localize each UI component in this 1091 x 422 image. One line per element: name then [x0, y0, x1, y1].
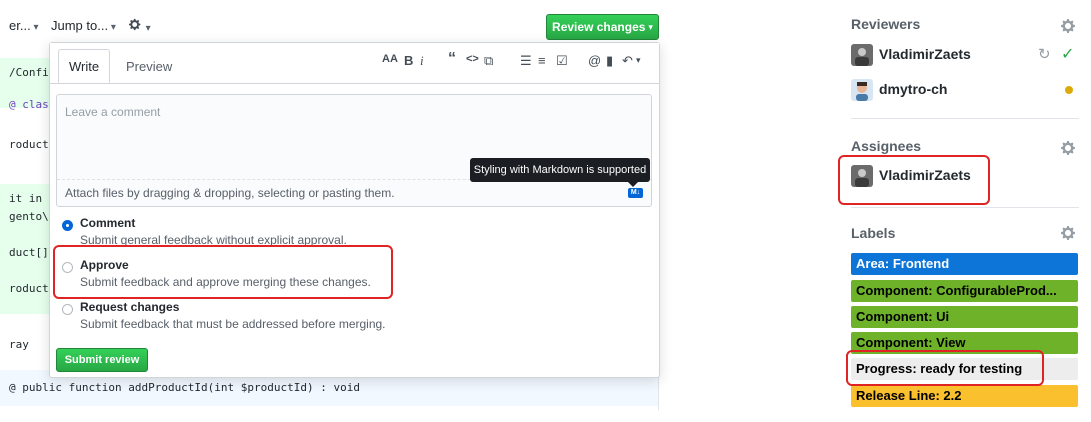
reviewer-name[interactable]: VladimirZaets — [879, 46, 971, 62]
code-icon[interactable]: <> — [466, 53, 479, 65]
bold-icon[interactable]: B — [404, 53, 413, 68]
divider — [851, 118, 1079, 119]
tab-preview[interactable]: Preview — [116, 49, 182, 83]
review-popover: Write Preview AA B i “ <> ⧉ ☰ ≡ ☑ @ ▮ ↶ … — [49, 42, 660, 378]
attach-files-bar[interactable]: Attach files by dragging & dropping, sel… — [57, 179, 651, 206]
bookmark-icon[interactable]: ▮ — [606, 53, 613, 69]
gear-icon[interactable] — [1061, 18, 1077, 34]
code-line: /Confi — [9, 66, 49, 79]
label-release-line[interactable]: Release Line: 2.2 — [851, 385, 1078, 407]
pending-dot-icon — [1065, 86, 1073, 94]
chevron-down-icon: ▾ — [648, 21, 653, 32]
label-component-configurable[interactable]: Component: ConfigurableProd... — [851, 280, 1078, 302]
assignee-row[interactable]: VladimirZaets — [851, 165, 1051, 187]
reviewer-name[interactable]: dmytro-ch — [879, 81, 947, 97]
option-description: Submit general feedback without explicit… — [80, 233, 347, 247]
reviewer-row[interactable]: VladimirZaets ↻ ✓ — [851, 44, 1079, 66]
unordered-list-icon[interactable]: ☰ — [520, 53, 532, 69]
label-component-ui[interactable]: Component: Ui — [851, 306, 1078, 328]
heading-icon[interactable]: AA — [382, 53, 398, 65]
settings-dropdown[interactable]: ▾ — [129, 18, 151, 34]
italic-icon[interactable]: i — [420, 53, 424, 69]
re-request-review-icon[interactable]: ↻ — [1038, 45, 1051, 63]
mention-icon[interactable]: @ — [588, 53, 601, 68]
assignee-name[interactable]: VladimirZaets — [879, 167, 971, 183]
reviewers-title: Reviewers — [851, 16, 921, 32]
ordered-list-icon[interactable]: ≡ — [538, 53, 546, 68]
attach-files-text: Attach files by dragging & dropping, sel… — [65, 186, 395, 200]
review-changes-button[interactable]: Review changes ▾ — [546, 14, 659, 40]
editor-tabs: Write Preview AA B i “ <> ⧉ ☰ ≡ ☑ @ ▮ ↶ … — [50, 43, 659, 84]
review-changes-label: Review changes — [552, 20, 646, 34]
avatar — [851, 79, 873, 101]
gear-icon[interactable] — [1061, 225, 1077, 241]
link-icon[interactable]: ⧉ — [484, 53, 493, 69]
option-description: Submit feedback and approve merging thes… — [80, 275, 371, 289]
radio-comment[interactable] — [62, 220, 73, 231]
avatar — [851, 44, 873, 66]
assignees-title: Assignees — [851, 138, 922, 154]
avatar — [851, 165, 873, 187]
quote-icon[interactable]: “ — [448, 50, 456, 68]
code-line: @ public function addProductId(int $prod… — [9, 381, 360, 394]
submit-review-button[interactable]: Submit review — [56, 348, 148, 372]
label-progress[interactable]: Progress: ready for testing — [851, 358, 1078, 380]
comment-textarea[interactable]: Leave a comment Attach files by dragging… — [56, 94, 652, 207]
option-title: Comment — [80, 216, 136, 230]
code-line: duct[] — [9, 246, 49, 259]
markdown-icon[interactable]: M↓ — [628, 188, 643, 198]
radio-approve[interactable] — [62, 262, 73, 273]
label-component-view[interactable]: Component: View — [851, 332, 1078, 354]
comment-placeholder: Leave a comment — [65, 105, 161, 119]
check-icon: ✓ — [1061, 46, 1075, 63]
task-list-icon[interactable]: ☑ — [556, 53, 568, 69]
label-area-frontend[interactable]: Area: Frontend — [851, 253, 1078, 275]
gear-icon[interactable] — [1061, 140, 1077, 156]
divider — [851, 207, 1079, 208]
tab-write[interactable]: Write — [58, 49, 111, 83]
option-description: Submit feedback that must be addressed b… — [80, 317, 386, 331]
gear-icon — [129, 18, 141, 31]
file-filter-dropdown[interactable]: er... — [9, 18, 39, 33]
option-title: Approve — [80, 258, 129, 272]
reply-icon[interactable]: ↶ — [622, 53, 633, 69]
code-line: it in — [9, 192, 43, 205]
reviewer-row[interactable]: dmytro-ch — [851, 79, 1079, 101]
chevron-down-icon[interactable]: ▾ — [636, 55, 641, 66]
labels-title: Labels — [851, 225, 896, 241]
option-title: Request changes — [80, 300, 180, 314]
jump-to-dropdown[interactable]: Jump to... — [51, 18, 116, 33]
radio-request-changes[interactable] — [62, 304, 73, 315]
code-line: ray — [9, 338, 29, 351]
markdown-tooltip: Styling with Markdown is supported — [470, 158, 650, 187]
